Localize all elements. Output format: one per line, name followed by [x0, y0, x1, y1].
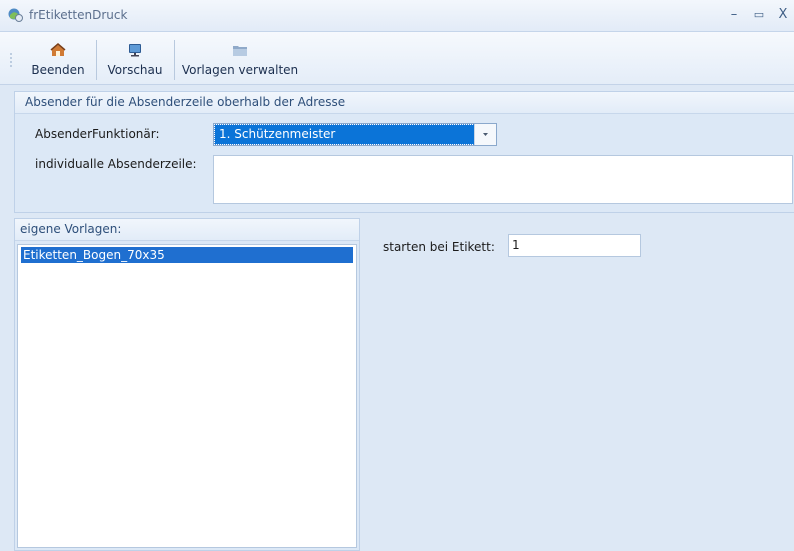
beenden-label: Beenden	[31, 63, 85, 77]
sender-function-value: 1. Schützenmeister	[214, 124, 475, 145]
maximize-button[interactable]: ▭	[750, 6, 768, 24]
toolbar: Beenden Vorschau Vorlagen verwalten	[0, 32, 794, 85]
templates-listbox[interactable]: Etiketten_Bogen_70x35	[17, 244, 357, 548]
sender-group-header: Absender für die Absenderzeile oberhalb …	[15, 92, 794, 114]
templates-group: eigene Vorlagen: Etiketten_Bogen_70x35	[14, 218, 360, 551]
toolbar-separator	[96, 40, 97, 80]
vorlagen-verwalten-button[interactable]: Vorlagen verwalten	[176, 38, 304, 82]
sender-function-select[interactable]: 1. Schützenmeister	[213, 123, 497, 146]
vorschau-button[interactable]: Vorschau	[98, 38, 172, 82]
vorlagen-verwalten-label: Vorlagen verwalten	[181, 63, 299, 77]
custom-sender-label: individualle Absenderzeile:	[35, 157, 197, 171]
beenden-button[interactable]: Beenden	[24, 38, 92, 82]
list-item[interactable]: Etiketten_Bogen_70x35	[21, 247, 353, 263]
custom-sender-input[interactable]	[213, 155, 793, 204]
templates-group-header: eigene Vorlagen:	[15, 219, 359, 241]
toolbar-separator	[174, 40, 175, 80]
folder-icon	[233, 46, 247, 56]
vorschau-label: Vorschau	[107, 63, 163, 77]
title-bar: frEtikettenDruck – ▭ X	[0, 0, 794, 32]
window-title: frEtikettenDruck	[29, 8, 128, 22]
start-label-input[interactable]: 1	[508, 234, 641, 257]
chevron-down-icon	[483, 133, 488, 136]
templates-group-title: eigene Vorlagen:	[20, 222, 122, 236]
sender-function-label: AbsenderFunktionär:	[35, 127, 160, 141]
close-button[interactable]: X	[774, 6, 792, 24]
minimize-button[interactable]: –	[725, 6, 743, 24]
start-label-value: 1	[512, 238, 520, 252]
start-label: starten bei Etikett:	[383, 240, 495, 254]
dropdown-arrow-button[interactable]	[474, 124, 496, 145]
app-icon	[8, 8, 23, 22]
sender-group-title: Absender für die Absenderzeile oberhalb …	[25, 95, 346, 109]
monitor-icon	[129, 44, 141, 57]
sender-group: Absender für die Absenderzeile oberhalb …	[14, 91, 794, 213]
house-exit-icon	[50, 43, 66, 56]
toolbar-grip[interactable]	[10, 52, 12, 68]
